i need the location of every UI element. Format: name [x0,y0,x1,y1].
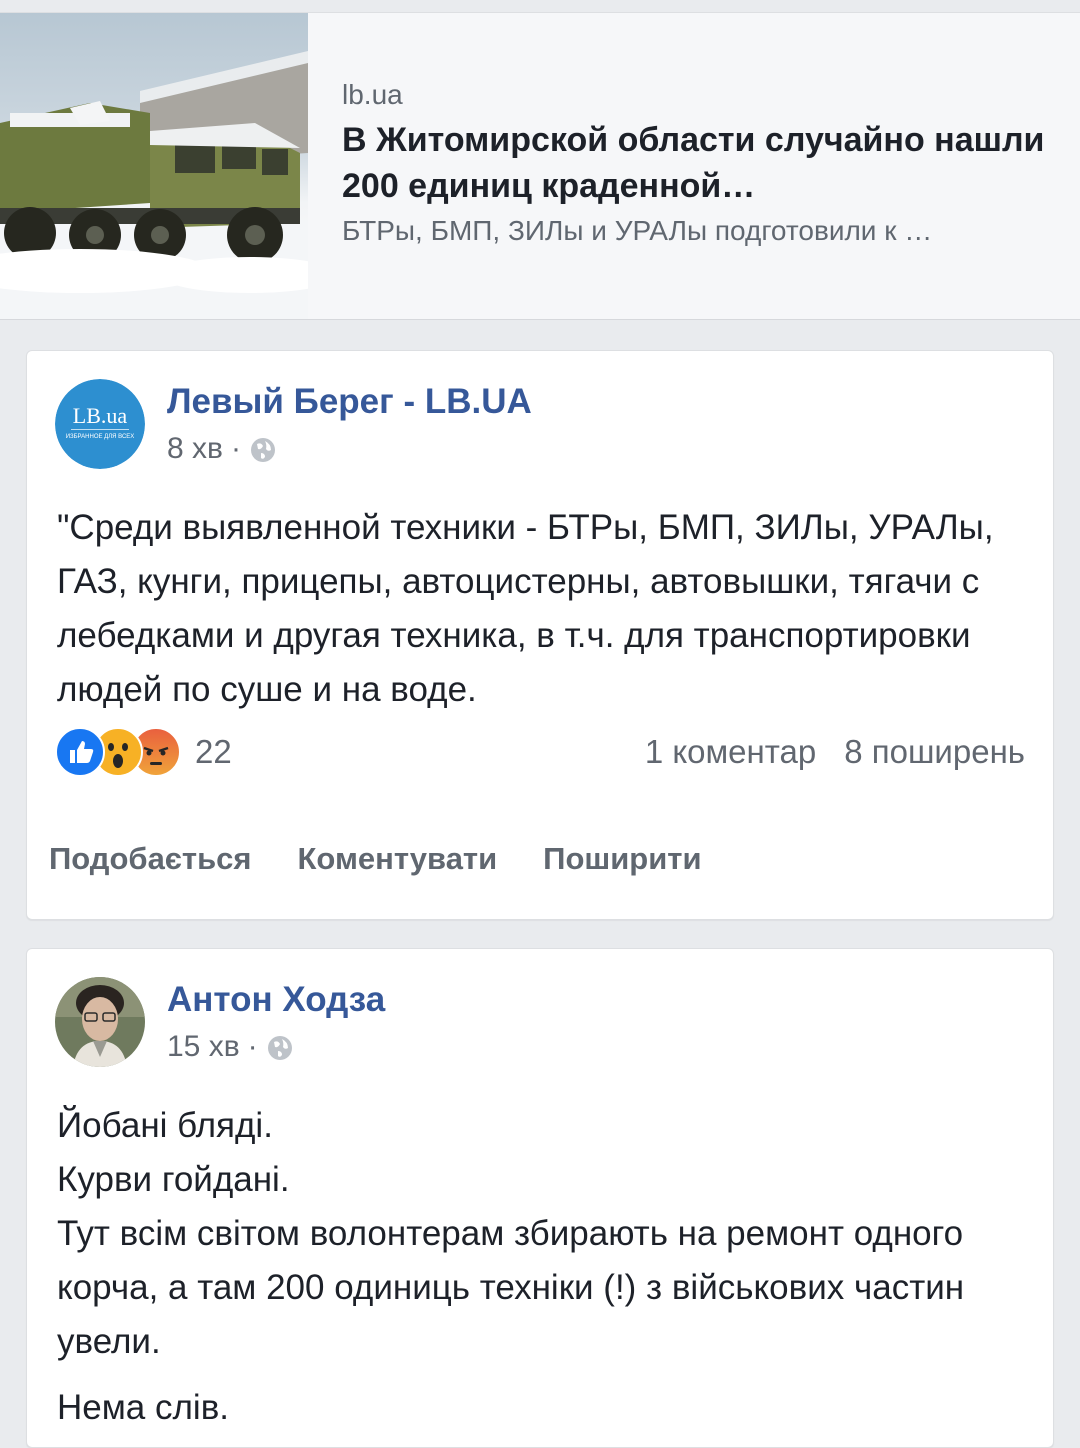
svg-text:LB.ua: LB.ua [73,403,128,428]
post-line: Йобані бляді. [57,1106,273,1145]
lb-ua-logo-icon: LB.ua ИЗБРАННОЕ ДЛЯ ВСЕХ [55,379,145,469]
share-count[interactable]: 8 поширень [844,733,1025,771]
like-button[interactable]: Подобається [49,841,252,877]
military-truck-image [0,51,308,319]
like-icon [55,727,105,777]
meta-separator: · [247,1030,258,1063]
post-line: Нема слів. [57,1388,230,1427]
post-actions: Подобається Коментувати Поширити [49,841,748,877]
link-description: БТРы, БМП, ЗИЛы и УРАЛы подготовили к … [342,215,933,246]
post-timestamp[interactable]: 15 хв [167,1027,240,1067]
post-body: Йобані бляді. Курви гойдані. Тут всім св… [57,1099,1037,1435]
comment-button[interactable]: Коментувати [298,841,498,877]
post-author[interactable]: Антон Ходза [167,977,385,1023]
reactions-bar[interactable]: 22 [55,727,232,777]
post-body: "Среди выявленной техники - БТРы, БМП, З… [57,501,1037,717]
svg-text:ИЗБРАННОЕ ДЛЯ ВСЕХ: ИЗБРАННОЕ ДЛЯ ВСЕХ [66,434,135,440]
post-timestamp[interactable]: 8 хв [167,429,223,469]
avatar[interactable]: LB.ua ИЗБРАННОЕ ДЛЯ ВСЕХ [55,379,145,469]
globe-icon [249,435,277,463]
link-thumbnail[interactable] [0,13,308,319]
post-lb-ua: LB.ua ИЗБРАННОЕ ДЛЯ ВСЕХ Левый Берег - L… [26,350,1054,920]
meta-separator: · [230,432,241,465]
post-author[interactable]: Левый Берег - LB.UA [167,379,532,425]
user-photo-icon [55,977,145,1067]
post-stats: 1 коментар 8 поширень [645,727,1025,777]
share-button[interactable]: Поширити [543,841,701,877]
link-title[interactable]: В Житомирской области случайно нашли 200… [342,117,1052,209]
avatar[interactable] [55,977,145,1067]
reaction-count: 22 [195,733,232,770]
post-text: "Среди выявленной техники - БТРы, БМП, З… [57,508,994,709]
post-anton-khodza: Антон Ходза 15 хв · Йобані бляді. Курви … [26,948,1054,1448]
post-line: Тут всім світом волонтерам збирають на р… [57,1214,965,1361]
post-meta: 8 хв · [167,429,277,469]
link-domain: lb.ua [342,79,403,110]
comment-count[interactable]: 1 коментар [645,733,816,771]
post-line: Курви гойдані. [57,1160,290,1199]
globe-icon [266,1033,294,1061]
shared-link-card[interactable]: lb.ua В Житомирской области случайно наш… [0,12,1080,320]
post-meta: 15 хв · [167,1027,294,1067]
